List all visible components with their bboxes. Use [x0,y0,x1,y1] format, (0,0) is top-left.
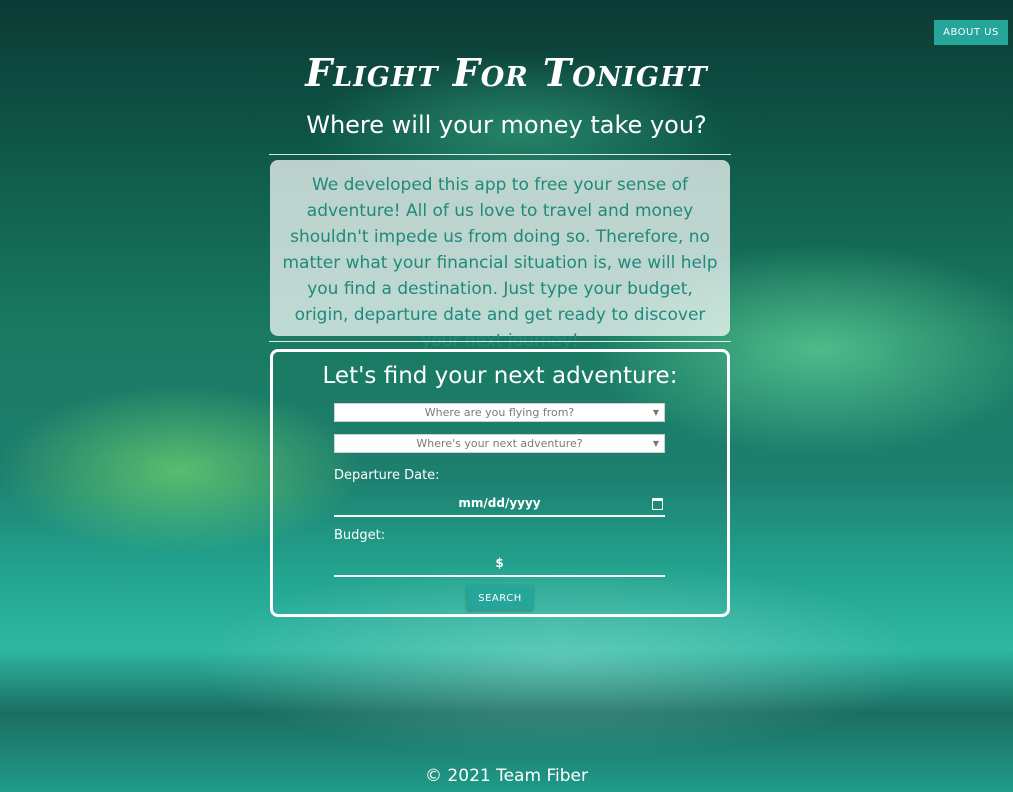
destination-select[interactable]: Where's your next adventure? ▼ [334,434,665,453]
page-title: Flight For Tonight [305,50,708,95]
bottom-divider [269,341,731,342]
departure-date-label: Departure Date: [334,468,440,483]
footer-copyright: © 2021 Team Fiber [425,766,588,786]
chevron-down-icon: ▼ [652,439,659,448]
departure-date-input[interactable]: mm/dd/yyyy [334,491,665,517]
search-heading: Let's find your next adventure: [322,363,678,389]
intro-text: We developed this app to free your sense… [282,175,718,351]
budget-value: $ [495,556,504,570]
origin-select[interactable]: Where are you flying from? ▼ [334,403,665,422]
origin-select-label: Where are you flying from? [424,406,575,419]
budget-label: Budget: [334,528,386,543]
intro-panel: We developed this app to free your sense… [270,160,730,351]
search-button[interactable]: SEARCH [467,586,533,610]
page-subtitle: Where will your money take you? [306,111,707,139]
top-divider [269,154,731,155]
chevron-down-icon: ▼ [652,408,659,417]
departure-date-value: mm/dd/yyyy [458,496,541,510]
search-card: Let's find your next adventure: Where ar… [270,349,730,617]
destination-select-label: Where's your next adventure? [416,437,583,450]
calendar-icon[interactable] [652,498,663,510]
budget-input[interactable]: $ [334,551,665,577]
about-us-button[interactable]: ABOUT US [934,20,1008,45]
